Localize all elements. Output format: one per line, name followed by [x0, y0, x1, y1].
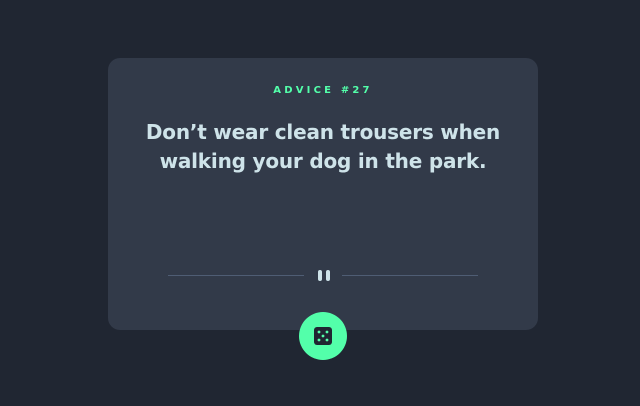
dice-icon — [314, 327, 332, 345]
advice-id-label: ADVICE #27 — [273, 85, 373, 96]
pause-icon — [317, 270, 331, 282]
divider-line-right — [342, 275, 478, 276]
dice-button[interactable] — [299, 312, 347, 360]
divider — [168, 268, 478, 284]
advice-quote: Don’t wear clean trousers when walking y… — [145, 120, 501, 173]
advice-card: ADVICE #27 Don’t wear clean trousers whe… — [108, 58, 538, 330]
divider-line-left — [168, 275, 304, 276]
